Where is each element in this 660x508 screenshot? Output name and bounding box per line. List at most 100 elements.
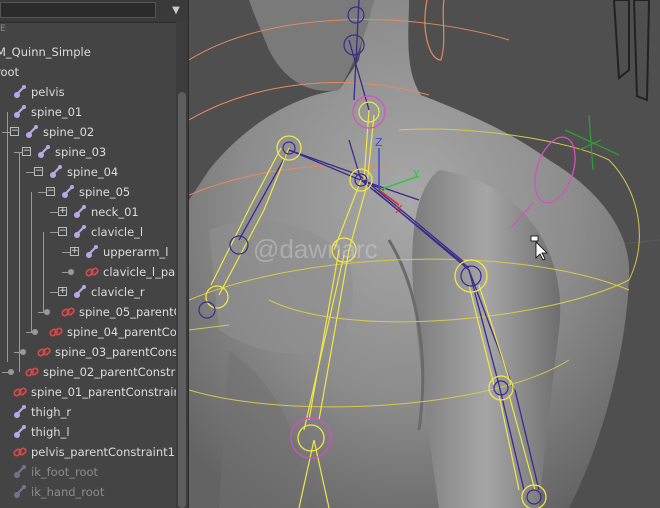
outliner-row-label: thigh_l xyxy=(31,425,70,439)
joint-icon xyxy=(14,485,26,498)
joint-icon xyxy=(86,245,98,258)
outliner-search-input[interactable] xyxy=(0,2,156,18)
tree-connector xyxy=(2,132,10,133)
joint-icon xyxy=(14,105,26,118)
tree-guide-line xyxy=(31,192,32,332)
outliner-row[interactable]: + clavicle_r xyxy=(0,282,176,302)
z-axis-label: Z xyxy=(375,136,383,149)
outliner-row[interactable]: spine_01_parentConstraint1 xyxy=(0,382,188,402)
outliner-row-label: spine_05_parentConstraint1 xyxy=(79,305,188,319)
outliner-row[interactable]: spine_02_parentConstraint1 xyxy=(0,362,188,382)
expand-toggle-icon[interactable]: + xyxy=(58,287,67,296)
outliner-row-label: ik_hand_root xyxy=(31,485,105,499)
joint-icon xyxy=(50,165,62,178)
expand-toggle-icon[interactable]: − xyxy=(10,127,19,136)
joint-icon xyxy=(14,465,26,478)
outliner-row[interactable]: + upperarm_l xyxy=(0,242,176,262)
outliner-row[interactable]: clavicle_l_parentConstraint1 xyxy=(0,262,188,282)
outliner-row-label: spine_02 xyxy=(43,125,95,139)
outliner-row[interactable]: − clavicle_l xyxy=(0,222,176,242)
outliner-row-label: neck_01 xyxy=(91,205,139,219)
tree-connector xyxy=(50,212,58,213)
outliner-row-label: spine_04 xyxy=(67,165,119,179)
outliner-row-label: spine_01 xyxy=(31,105,83,119)
viewport-3d[interactable]: Y Z X @dawnarc xyxy=(189,0,660,508)
outliner-row[interactable]: M_Quinn_Simple xyxy=(0,42,176,62)
tree-node-dot xyxy=(32,329,38,335)
outliner-search-bar: ▼ xyxy=(0,0,188,23)
constraint-link-icon xyxy=(49,327,63,337)
constraint-link-icon xyxy=(13,387,27,397)
outliner-row[interactable]: ik_foot_root xyxy=(0,462,176,482)
expand-toggle-icon[interactable]: − xyxy=(34,167,43,176)
x-axis-label: X xyxy=(395,203,403,216)
tree-connector xyxy=(14,152,22,153)
outliner-row-label: spine_05 xyxy=(79,185,131,199)
outliner-row[interactable]: − spine_02 xyxy=(0,122,176,142)
expand-toggle-icon[interactable]: + xyxy=(70,247,79,256)
joint-icon xyxy=(74,225,86,238)
joint-icon xyxy=(74,205,86,218)
outliner-row-label: M_Quinn_Simple xyxy=(0,45,91,59)
tree-connector xyxy=(62,252,70,253)
constraint-link-icon xyxy=(37,347,51,357)
joint-icon xyxy=(62,185,74,198)
expand-toggle-icon[interactable]: − xyxy=(22,147,31,156)
outliner-row-label: ik_foot_root xyxy=(31,465,99,479)
outliner-row[interactable]: spine_01 xyxy=(0,102,176,122)
outliner-row-label: upperarm_l xyxy=(103,245,169,259)
outliner-row-label: spine_03 xyxy=(55,145,107,159)
y-axis-label: Y xyxy=(412,168,420,181)
tree-connector xyxy=(50,232,58,233)
outliner-row[interactable]: + neck_01 xyxy=(0,202,176,222)
outliner-row-label: clavicle_r xyxy=(91,285,145,299)
tree-connector xyxy=(50,292,58,293)
outliner-scrollbar[interactable] xyxy=(176,22,188,508)
joint-icon xyxy=(74,285,86,298)
outliner-row[interactable]: thigh_l xyxy=(0,422,176,442)
expand-toggle-icon[interactable]: − xyxy=(58,227,67,236)
outliner-row[interactable]: root xyxy=(0,62,176,82)
outliner-row-label: clavicle_l xyxy=(91,225,144,239)
outliner-row-label: root xyxy=(0,65,20,79)
outliner-hint-text: E xyxy=(0,24,6,34)
outliner-row-label: pelvis_parentConstraint1 xyxy=(31,445,175,459)
outliner-row[interactable]: − spine_04 xyxy=(0,162,176,182)
joint-icon xyxy=(14,85,26,98)
expand-toggle-icon[interactable]: − xyxy=(46,187,55,196)
search-options-chevron-icon[interactable]: ▼ xyxy=(166,3,186,19)
constraint-link-icon xyxy=(13,447,27,457)
tree-node-dot xyxy=(8,369,14,375)
joint-icon xyxy=(26,125,38,138)
constraint-link-icon xyxy=(61,307,75,317)
outliner-row[interactable]: pelvis xyxy=(0,82,176,102)
outliner-row-label: spine_04_parentConstraint1 xyxy=(67,325,189,339)
tree-node-dot xyxy=(20,349,26,355)
outliner-row-label: spine_03_parentConstraint1 xyxy=(55,345,188,359)
outliner-row[interactable]: spine_04_parentConstraint1 xyxy=(0,322,188,342)
outliner-panel: ▼ E M_Quinn_Simpleroot pelvis spine_01 − spi… xyxy=(0,0,189,508)
outliner-scrollbar-thumb[interactable] xyxy=(178,92,186,508)
constraint-link-icon xyxy=(85,267,99,277)
outliner-row-label: pelvis xyxy=(31,85,65,99)
outliner-row[interactable]: − spine_03 xyxy=(0,142,176,162)
outliner-row[interactable]: pelvis_parentConstraint1 xyxy=(0,442,176,462)
tree-guide-line xyxy=(43,232,44,312)
tree-guide-line xyxy=(19,152,20,372)
joint-icon xyxy=(14,425,26,438)
tree-node-dot xyxy=(44,309,50,315)
tree-node-dot xyxy=(68,269,74,275)
joint-icon xyxy=(14,405,26,418)
constraint-link-icon xyxy=(25,367,39,377)
joint-icon xyxy=(38,145,50,158)
outliner-row[interactable]: spine_03_parentConstraint1 xyxy=(0,342,188,362)
outliner-row-label: thigh_r xyxy=(31,405,72,419)
outliner-row[interactable]: thigh_r xyxy=(0,402,176,422)
outliner-row[interactable]: ik_hand_root xyxy=(0,482,176,502)
expand-toggle-icon[interactable]: + xyxy=(58,207,67,216)
tree-connector xyxy=(26,172,34,173)
outliner-row[interactable]: − spine_05 xyxy=(0,182,176,202)
tree-connector xyxy=(38,192,46,193)
outliner-row[interactable]: spine_05_parentConstraint1 xyxy=(0,302,188,322)
tree-guide-line xyxy=(7,112,8,362)
